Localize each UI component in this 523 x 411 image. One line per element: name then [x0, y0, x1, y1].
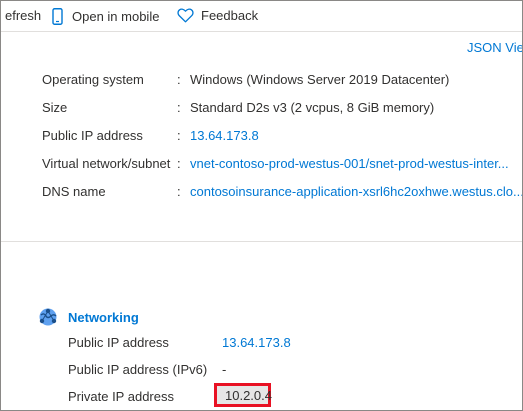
- networking-row-public-ipv6: Public IP address (IPv6) -: [68, 362, 518, 380]
- networking-row-public-ip: Public IP address 13.64.173.8: [68, 335, 518, 353]
- property-row-vnet: Virtual network/subnet : vnet-contoso-pr…: [42, 156, 522, 174]
- property-label: DNS name: [42, 184, 106, 199]
- networking-ipv6-value: -: [222, 362, 227, 377]
- property-row-os: Operating system : Windows (Windows Serv…: [42, 72, 522, 90]
- networking-row-private-ip: Private IP address: [68, 389, 518, 407]
- networking-label: Public IP address (IPv6): [68, 362, 208, 377]
- command-bar: efresh Open in mobile Feedback: [1, 1, 522, 32]
- property-row-dns: DNS name : contosoinsurance-application-…: [42, 184, 522, 202]
- networking-public-ip-link[interactable]: 13.64.173.8: [222, 335, 291, 350]
- networking-label: Private IP address: [68, 389, 174, 404]
- colon-separator: :: [177, 128, 181, 143]
- private-ip-value: 10.2.0.4: [225, 388, 272, 403]
- mobile-phone-icon: [52, 8, 63, 25]
- property-label: Operating system: [42, 72, 144, 87]
- dns-name-link[interactable]: contosoinsurance-application-xsrl6hc2oxh…: [190, 184, 522, 199]
- heart-icon: [177, 8, 194, 23]
- property-row-size: Size : Standard D2s v3 (2 vcpus, 8 GiB m…: [42, 100, 522, 118]
- property-label: Size: [42, 100, 68, 115]
- networking-label: Public IP address: [68, 335, 169, 350]
- public-ip-link[interactable]: 13.64.173.8: [190, 128, 259, 143]
- json-view-link[interactable]: JSON View: [467, 40, 522, 55]
- property-label: Public IP address: [42, 128, 143, 143]
- vm-overview-panel: efresh Open in mobile Feedback JSON View…: [0, 0, 523, 411]
- property-value: Standard D2s v3 (2 vcpus, 8 GiB memory): [190, 100, 435, 115]
- property-value: Windows (Windows Server 2019 Datacenter): [190, 72, 450, 87]
- colon-separator: :: [177, 100, 181, 115]
- feedback-label: Feedback: [201, 8, 259, 23]
- refresh-button[interactable]: efresh: [5, 8, 41, 23]
- section-divider: [1, 241, 522, 242]
- open-in-mobile-button[interactable]: Open in mobile: [52, 8, 159, 25]
- open-in-mobile-label: Open in mobile: [72, 9, 160, 24]
- private-ip-highlight: 10.2.0.4: [214, 383, 272, 407]
- vnet-subnet-link[interactable]: vnet-contoso-prod-westus-001/snet-prod-w…: [190, 156, 509, 171]
- colon-separator: :: [177, 72, 181, 87]
- networking-globe-icon: [38, 307, 58, 327]
- networking-section-title[interactable]: Networking: [68, 310, 139, 325]
- property-row-public-ip: Public IP address : 13.64.173.8: [42, 128, 522, 146]
- colon-separator: :: [177, 156, 181, 171]
- colon-separator: :: [177, 184, 181, 199]
- feedback-button[interactable]: Feedback: [177, 8, 258, 23]
- refresh-label: efresh: [5, 8, 42, 23]
- property-label: Virtual network/subnet: [42, 156, 171, 171]
